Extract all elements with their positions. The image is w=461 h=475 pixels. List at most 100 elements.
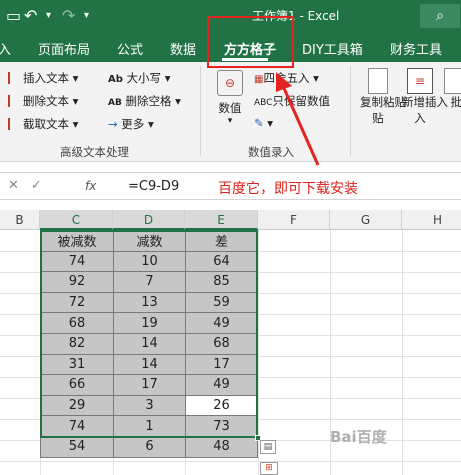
cell[interactable]: 17 [113, 374, 186, 396]
column-header-f[interactable]: F [258, 210, 330, 230]
paste-options-icon[interactable]: ⊞ [260, 462, 278, 475]
cell[interactable]: 14 [113, 353, 186, 376]
column-header-b[interactable]: B [0, 210, 40, 230]
table-row: 74 1 73 [40, 415, 258, 437]
header-cell[interactable]: 差 [185, 230, 258, 252]
table-row: 82 14 68 [40, 332, 258, 355]
insert-text-icon [8, 72, 20, 84]
tab-formulas[interactable]: 公式 [117, 39, 143, 58]
cell[interactable]: 3 [113, 394, 186, 417]
copy-paste-button[interactable]: 复制粘贴 贴 [360, 68, 406, 126]
tab-page-layout[interactable]: 页面布局 [38, 39, 90, 58]
cell[interactable]: 49 [185, 312, 258, 334]
remove-spaces-button[interactable]: AB 删除空格 ▾ [108, 93, 181, 109]
quick-analysis-icon[interactable]: ▤ [260, 440, 276, 454]
cell[interactable]: 48 [185, 435, 258, 458]
redo-icon: ↷ [62, 6, 76, 25]
table-row: 54 6 48 [40, 435, 258, 458]
ribbon: 插入文本 ▾ 删除文本 ▾ 截取文本 ▾ Ab 大小写 ▾ AB 删除空格 ▾ … [0, 62, 461, 162]
round-button[interactable]: ▦四舍五入 ▾ [254, 70, 319, 86]
cell[interactable]: 92 [40, 271, 114, 293]
cell[interactable]: 7 [113, 271, 186, 293]
cell[interactable]: 82 [40, 332, 114, 355]
column-header-e[interactable]: E [185, 210, 258, 230]
more-button[interactable]: → 更多 ▾ [108, 116, 154, 132]
search-icon[interactable]: ⌕ [420, 4, 460, 28]
case-icon: Ab [108, 74, 123, 85]
cell[interactable]: 85 [185, 271, 258, 293]
entry-group-label: 数值录入 [248, 145, 294, 159]
column-header-c[interactable]: C [40, 210, 113, 230]
case-button[interactable]: Ab 大小写 ▾ [108, 70, 171, 86]
cell[interactable]: 68 [40, 312, 114, 334]
watermark-logo: Bai百度 [330, 428, 387, 446]
tab-diy-toolbox[interactable]: DIY工具箱 [302, 39, 363, 58]
cell[interactable]: 66 [40, 374, 114, 396]
cell[interactable]: 68 [185, 332, 258, 355]
batch-icon [444, 68, 461, 94]
cell[interactable]: 17 [185, 353, 258, 376]
tab-insert[interactable]: 入 [0, 39, 11, 58]
table-row: 68 19 49 [40, 312, 258, 334]
group-separator [200, 66, 201, 156]
undo-icon[interactable]: ↶ [24, 6, 37, 25]
paste-icon [368, 68, 388, 94]
arrow-right-icon: → [108, 117, 118, 131]
cell[interactable]: 73 [185, 415, 258, 437]
delete-text-icon [8, 95, 20, 107]
table-header-row: 被减数 减数 差 [40, 230, 258, 252]
table-row: 66 17 49 [40, 374, 258, 396]
cell[interactable]: 49 [185, 374, 258, 396]
save-icon[interactable]: ▭ [6, 6, 21, 25]
formula-input[interactable]: =C9-D9 [128, 179, 179, 194]
cell[interactable]: 14 [113, 332, 186, 355]
text-group-label: 高级文本处理 [60, 145, 129, 159]
cell[interactable]: 74 [40, 415, 114, 437]
column-headers: B C D E F G H [0, 210, 461, 230]
remove-spaces-icon: AB [108, 98, 122, 108]
header-cell[interactable]: 减数 [113, 230, 186, 252]
table-row: 31 14 17 [40, 353, 258, 376]
tab-data[interactable]: 数据 [170, 39, 196, 58]
batch-button[interactable]: 批量 [444, 68, 461, 110]
cell[interactable]: 31 [40, 353, 114, 376]
cell[interactable]: 1 [113, 415, 186, 437]
cell[interactable]: 6 [113, 435, 186, 458]
table-row: 74 10 64 [40, 250, 258, 273]
undo-dropdown-icon[interactable]: ▾ [46, 10, 51, 21]
entry-more-button[interactable]: ✎ ▾ [254, 116, 273, 130]
cell[interactable]: 64 [185, 250, 258, 273]
column-header-h[interactable]: H [402, 210, 461, 230]
cancel-confirm-icons[interactable]: ✕✓ [8, 178, 54, 193]
active-cell[interactable]: 26 [185, 394, 258, 417]
table-row: 72 13 59 [40, 291, 258, 314]
insert-function-icon[interactable]: fx [85, 179, 96, 193]
cell[interactable]: 54 [40, 435, 114, 458]
insert-new-button[interactable]: ≡ 新增插入 入 [402, 68, 448, 126]
extract-text-icon [8, 118, 20, 130]
column-header-d[interactable]: D [113, 210, 185, 230]
extract-text-button[interactable]: 截取文本 ▾ [8, 116, 78, 132]
data-table: 被减数 减数 差 74 10 64 92 7 85 72 13 59 68 19 49 82 14… [40, 230, 258, 458]
cell[interactable]: 59 [185, 291, 258, 314]
table-row: 92 7 85 [40, 271, 258, 293]
numeric-button[interactable]: ⊖ 数值 ▾ [214, 70, 246, 126]
cell[interactable]: 10 [113, 250, 186, 273]
tab-finance-tools[interactable]: 财务工具 [390, 39, 442, 58]
numeric-icon: ⊖ [217, 70, 243, 96]
customize-toolbar-icon[interactable]: ▾ [84, 10, 89, 21]
cell[interactable]: 72 [40, 291, 114, 314]
insert-text-button[interactable]: 插入文本 ▾ [8, 70, 78, 86]
cell[interactable]: 19 [113, 312, 186, 334]
cell[interactable]: 13 [113, 291, 186, 314]
delete-text-button[interactable]: 删除文本 ▾ [8, 93, 78, 109]
keep-numeric-button[interactable]: ABC只保留数值 [254, 93, 330, 109]
insert-row-icon: ≡ [407, 68, 433, 94]
column-header-g[interactable]: G [330, 210, 402, 230]
cell[interactable]: 74 [40, 250, 114, 273]
table-row: 29 3 26 [40, 394, 258, 417]
header-cell[interactable]: 被减数 [40, 230, 114, 252]
group-separator [350, 66, 351, 156]
cell[interactable]: 29 [40, 394, 114, 417]
highlight-box [207, 16, 294, 68]
